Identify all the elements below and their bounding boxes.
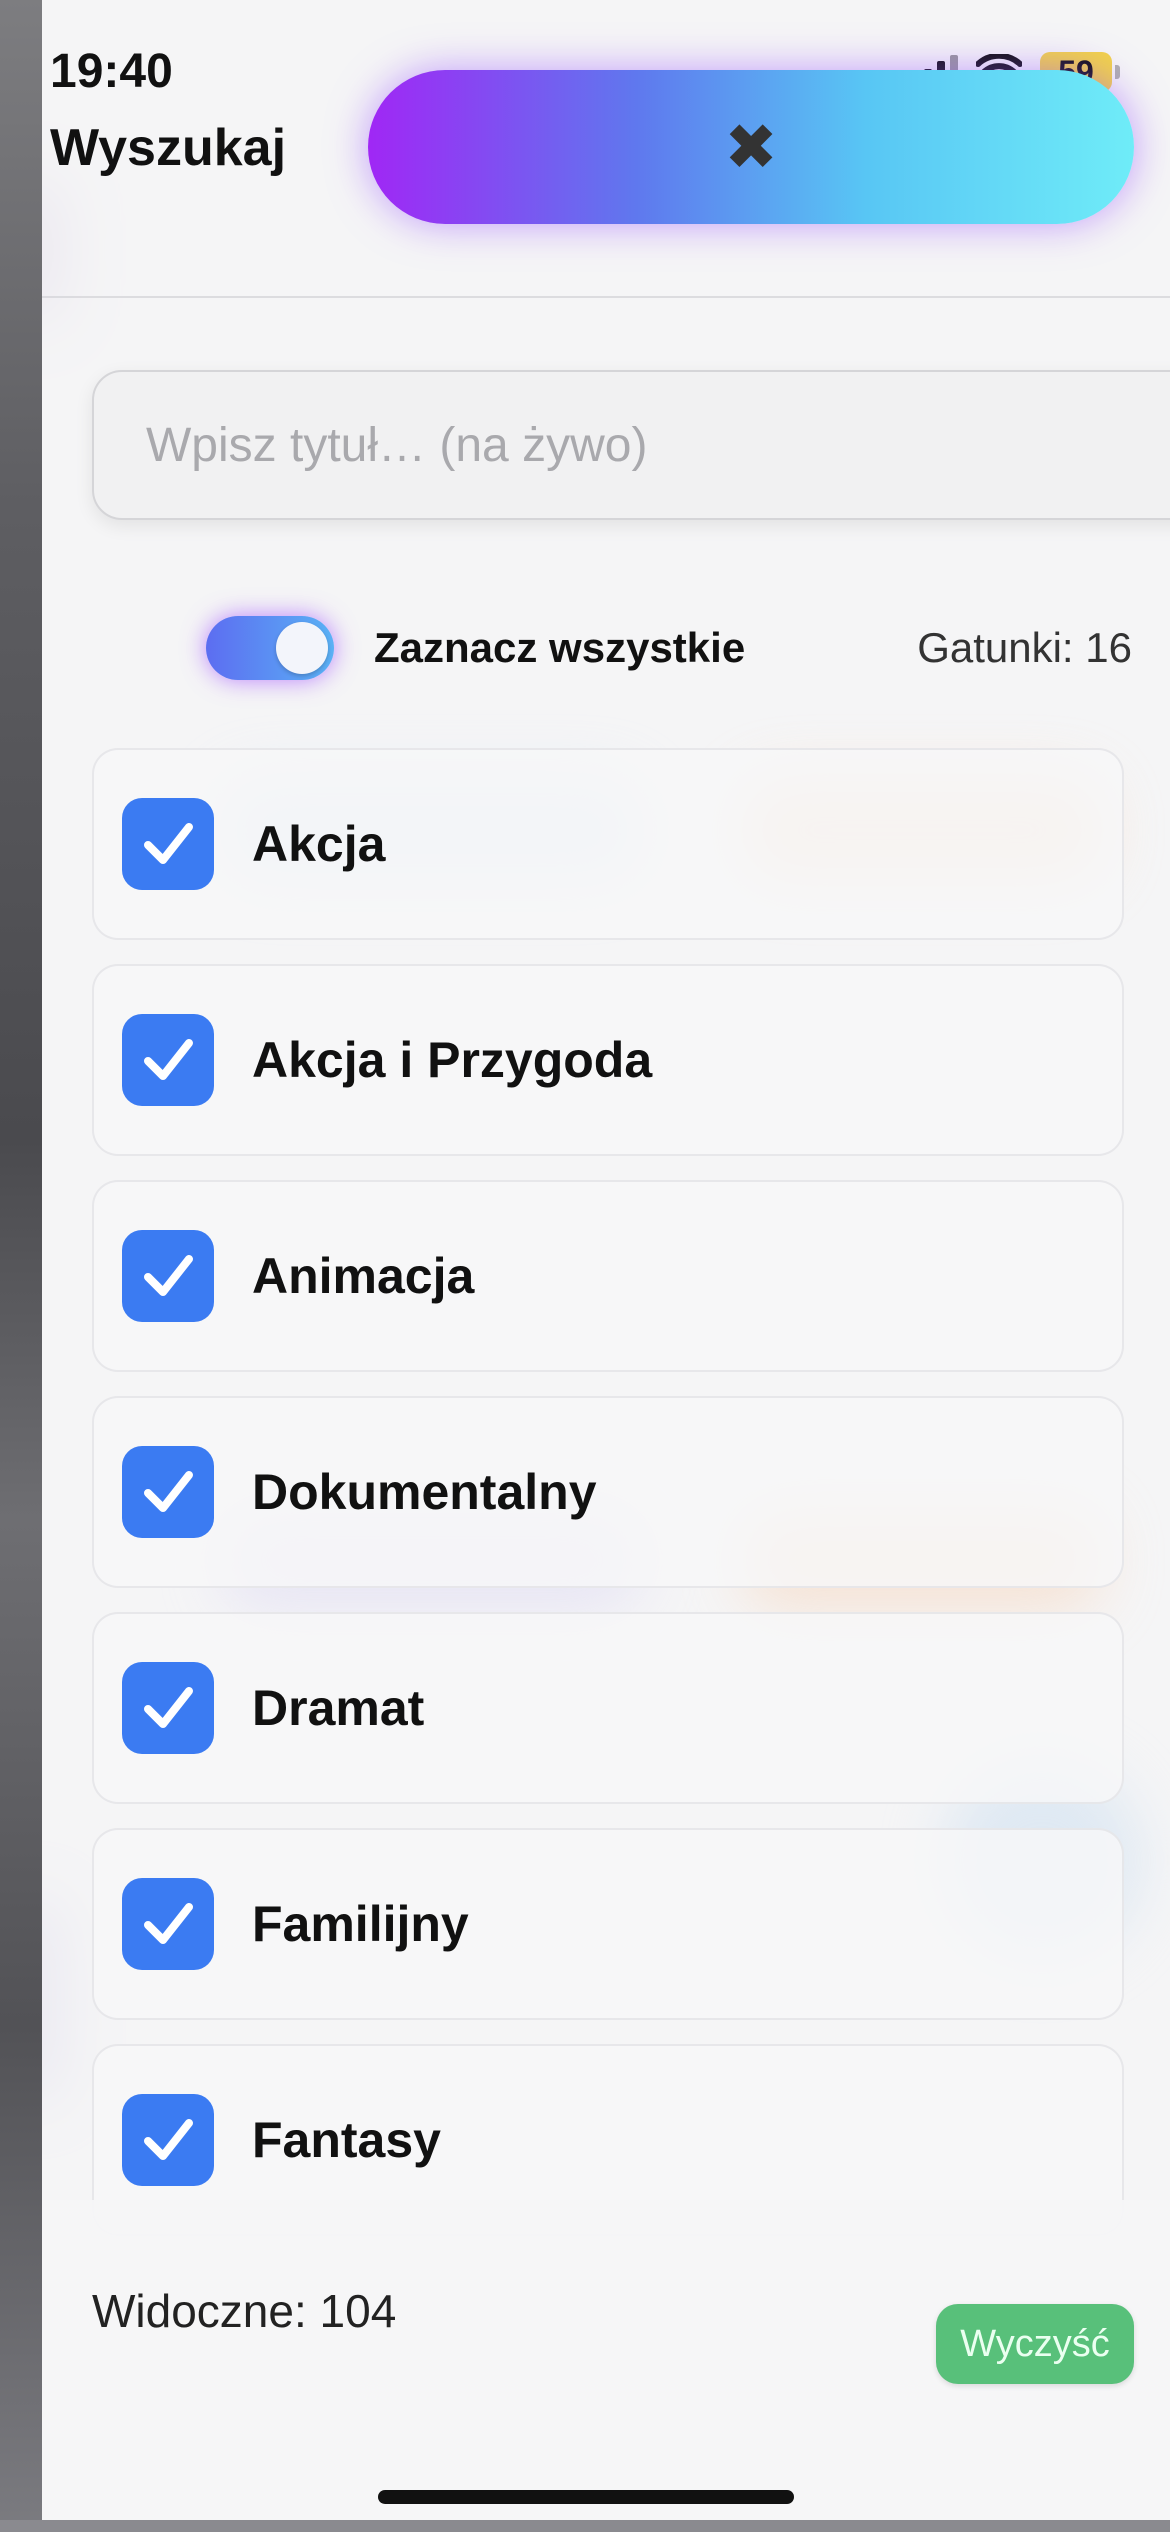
checkmark-icon bbox=[144, 1255, 193, 1296]
genre-item-animacja[interactable]: Animacja bbox=[92, 1180, 1124, 1372]
checkbox-checked[interactable] bbox=[122, 1014, 214, 1106]
screen-bottom-edge bbox=[0, 2520, 1170, 2532]
genre-label: Dokumentalny bbox=[252, 1464, 597, 1520]
genre-item-dramat[interactable]: Dramat bbox=[92, 1612, 1124, 1804]
checkbox-checked[interactable] bbox=[122, 1446, 214, 1538]
select-all-label: Zaznacz wszystkie bbox=[374, 624, 746, 671]
checkmark-icon bbox=[144, 1039, 193, 1080]
checkbox-checked[interactable] bbox=[122, 798, 214, 890]
select-all-toggle[interactable] bbox=[206, 616, 334, 680]
search-field[interactable] bbox=[92, 370, 1170, 520]
checkmark-icon bbox=[144, 1903, 193, 1944]
checkbox-checked[interactable] bbox=[122, 1878, 214, 1970]
visible-count: Widoczne: 104 bbox=[92, 2285, 397, 2337]
genre-item-dokumentalny[interactable]: Dokumentalny bbox=[92, 1396, 1124, 1588]
genre-item-akcja-i-przygoda[interactable]: Akcja i Przygoda bbox=[92, 964, 1124, 1156]
header-divider bbox=[42, 296, 1170, 298]
genre-label: Animacja bbox=[252, 1248, 475, 1304]
genre-list: Akcja Akcja i Przygoda Animacja Dokument… bbox=[92, 748, 1124, 2260]
genre-label: Familijny bbox=[252, 1896, 469, 1952]
close-button[interactable]: ✖ bbox=[368, 70, 1134, 224]
checkmark-icon bbox=[144, 1687, 193, 1728]
genre-label: Dramat bbox=[252, 1680, 425, 1736]
toggle-knob bbox=[276, 622, 328, 674]
checkbox-checked[interactable] bbox=[122, 1230, 214, 1322]
page-title: Wyszukaj bbox=[50, 119, 287, 177]
checkbox-checked[interactable] bbox=[122, 2094, 214, 2186]
checkmark-icon bbox=[144, 823, 193, 864]
genre-label: Fantasy bbox=[252, 2112, 441, 2168]
home-indicator[interactable] bbox=[378, 2490, 794, 2504]
genre-label: Akcja bbox=[252, 816, 386, 872]
checkbox-checked[interactable] bbox=[122, 1662, 214, 1754]
search-input[interactable] bbox=[94, 372, 1170, 518]
checkmark-icon bbox=[144, 1471, 193, 1512]
genre-label: Akcja i Przygoda bbox=[252, 1032, 653, 1088]
genre-item-akcja[interactable]: Akcja bbox=[92, 748, 1124, 940]
genre-count: Gatunki: 16 bbox=[917, 624, 1132, 671]
close-icon: ✖ bbox=[724, 111, 778, 183]
select-all-row: Zaznacz wszystkie Gatunki: 16 bbox=[92, 608, 1132, 688]
clear-button[interactable]: Wyczyść bbox=[936, 2304, 1134, 2384]
background-edge bbox=[0, 0, 42, 2532]
genre-item-familijny[interactable]: Familijny bbox=[92, 1828, 1124, 2020]
checkmark-icon bbox=[144, 2119, 193, 2160]
status-time: 19:40 bbox=[50, 45, 173, 98]
